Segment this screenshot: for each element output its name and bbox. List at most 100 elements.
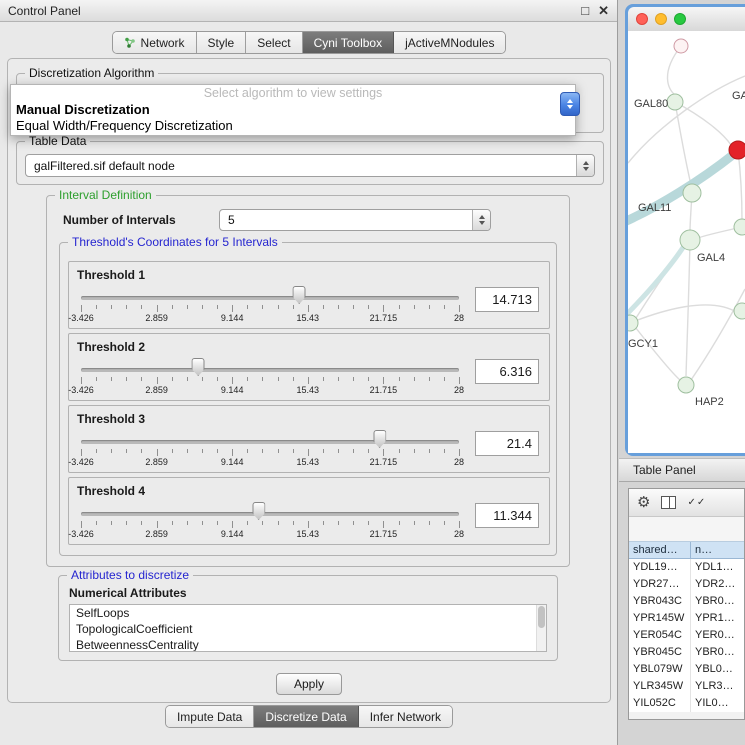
tab-cyni-toolbox[interactable]: Cyni Toolbox bbox=[303, 32, 394, 53]
menu-item-equal-width-frequency[interactable]: Equal Width/Frequency Discretization bbox=[11, 118, 575, 134]
threshold-1-slider[interactable]: -3.4262.8599.14415.4321.71528 bbox=[81, 282, 459, 324]
float-icon[interactable]: □ bbox=[581, 4, 589, 17]
table-data-group: Table Data galFiltered.sif default node bbox=[16, 141, 604, 185]
threshold-1-value[interactable]: 14.713 bbox=[475, 287, 539, 312]
column-header-name[interactable]: n… bbox=[691, 542, 744, 558]
network-node-gal11[interactable] bbox=[683, 184, 701, 202]
algorithm-dropdown-popup: Select algorithm to view settings Manual… bbox=[10, 84, 576, 136]
table-data-combo-value: galFiltered.sif default node bbox=[34, 159, 175, 173]
slider-track bbox=[81, 296, 459, 300]
control-panel-titlebar: Control Panel □ ✕ bbox=[0, 0, 617, 22]
table-row[interactable]: YPR145WYPR1… bbox=[629, 610, 744, 627]
slider-tick-labels: -3.4262.8599.14415.4321.71528 bbox=[81, 529, 459, 540]
tab-impute-data[interactable]: Impute Data bbox=[166, 706, 254, 727]
table-row[interactable]: YER054CYER0… bbox=[629, 627, 744, 644]
network-node[interactable] bbox=[674, 39, 688, 53]
node-label-gcy1: GCY1 bbox=[628, 338, 658, 350]
threshold-3-panel: Threshold 3 -3.4262.8599.14415.4321.7152… bbox=[68, 405, 550, 473]
slider-tick-labels: -3.4262.8599.14415.4321.71528 bbox=[81, 457, 459, 468]
window-title: Control Panel bbox=[8, 4, 81, 18]
columns-icon[interactable] bbox=[661, 496, 676, 509]
slider-ticks bbox=[81, 449, 459, 457]
node-label-gal11: GAL11 bbox=[638, 202, 671, 214]
apply-button[interactable]: Apply bbox=[276, 673, 342, 695]
algorithm-combo-stepper[interactable] bbox=[560, 92, 580, 116]
threshold-4-slider[interactable]: -3.4262.8599.14415.4321.71528 bbox=[81, 498, 459, 540]
attributes-scrollbar[interactable] bbox=[536, 605, 546, 651]
table-row[interactable]: YLR345WYLR3… bbox=[629, 678, 744, 695]
discretization-algorithm-group-label: Discretization Algorithm bbox=[25, 66, 158, 80]
tab-style[interactable]: Style bbox=[197, 32, 247, 53]
table-row[interactable]: YIL052CYIL0… bbox=[629, 695, 744, 712]
table-panel-header: Table Panel bbox=[619, 458, 745, 482]
list-item[interactable]: SelfLoops bbox=[70, 605, 546, 621]
close-traffic-light-icon[interactable] bbox=[636, 13, 648, 25]
num-intervals-combo-value: 5 bbox=[228, 213, 235, 227]
gear-icon[interactable]: ⚙ bbox=[637, 495, 650, 510]
bottom-tabbar: Impute Data Discretize Data Infer Networ… bbox=[0, 705, 618, 728]
table-toolbar: ⚙ ✓✓ bbox=[629, 489, 744, 517]
slider-ticks bbox=[81, 305, 459, 313]
tab-jactivemnodules-label: jActiveMNodules bbox=[405, 36, 494, 50]
tab-select-label: Select bbox=[257, 36, 290, 50]
threshold-3-label: Threshold 3 bbox=[69, 406, 549, 426]
algorithm-hint-text: Select algorithm to view settings bbox=[11, 85, 575, 102]
threshold-3-value[interactable]: 21.4 bbox=[475, 431, 539, 456]
threshold-2-panel: Threshold 2 -3.4262.8599.14415.4321.7152… bbox=[68, 333, 550, 401]
network-node[interactable] bbox=[734, 219, 745, 235]
table-row[interactable]: YBR043CYBR0… bbox=[629, 593, 744, 610]
tab-network[interactable]: Network bbox=[113, 32, 197, 53]
threshold-4-value[interactable]: 11.344 bbox=[475, 503, 539, 528]
threshold-1-label: Threshold 1 bbox=[69, 262, 549, 282]
num-intervals-label: Number of Intervals bbox=[63, 213, 176, 227]
table-row[interactable]: YDR27…YDR2… bbox=[629, 576, 744, 593]
network-node-gal4[interactable] bbox=[680, 230, 700, 250]
threshold-3-slider[interactable]: -3.4262.8599.14415.4321.71528 bbox=[81, 426, 459, 468]
threshold-2-value[interactable]: 6.316 bbox=[475, 359, 539, 384]
tab-jactivemnodules[interactable]: jActiveMNodules bbox=[394, 32, 505, 53]
table-row[interactable]: YBR045CYBR0… bbox=[629, 644, 744, 661]
list-item[interactable]: BetweennessCentrality bbox=[70, 637, 546, 652]
num-intervals-combo[interactable]: 5 bbox=[219, 209, 491, 231]
close-icon[interactable]: ✕ bbox=[598, 4, 609, 17]
slider-thumb[interactable] bbox=[252, 502, 265, 520]
network-canvas[interactable]: GAL80 GA GAL11 GAL4 GCY1 HAP2 bbox=[628, 31, 745, 453]
network-node[interactable] bbox=[734, 303, 745, 319]
tab-discretize-data[interactable]: Discretize Data bbox=[254, 706, 358, 727]
slider-ticks bbox=[81, 521, 459, 529]
table-blank-area bbox=[629, 517, 744, 541]
column-header-shared-name[interactable]: shared… bbox=[629, 542, 691, 558]
slider-track bbox=[81, 440, 459, 444]
list-item[interactable]: TopologicalCoefficient bbox=[70, 621, 546, 637]
network-window-titlebar bbox=[628, 7, 745, 31]
tab-network-label: Network bbox=[141, 36, 185, 50]
slider-thumb[interactable] bbox=[293, 286, 306, 304]
table-row[interactable]: YDL19…YDL1… bbox=[629, 559, 744, 576]
select-columns-icon[interactable]: ✓✓ bbox=[687, 497, 706, 508]
zoom-traffic-light-icon[interactable] bbox=[674, 13, 686, 25]
network-view-window: GAL80 GA GAL11 GAL4 GCY1 HAP2 bbox=[625, 4, 745, 456]
slider-ticks bbox=[81, 377, 459, 385]
network-node-selected-red[interactable] bbox=[729, 141, 745, 159]
table-data-combo[interactable]: galFiltered.sif default node bbox=[25, 154, 595, 177]
slider-thumb[interactable] bbox=[192, 358, 205, 376]
network-node-gal80[interactable] bbox=[667, 94, 683, 110]
node-label-hap2: HAP2 bbox=[695, 396, 724, 408]
network-node-hap2[interactable] bbox=[678, 377, 694, 393]
attributes-list[interactable]: SelfLoopsTopologicalCoefficientBetweenne… bbox=[69, 604, 547, 652]
top-tabgroup: Network Style Select Cyni Toolbox jActiv… bbox=[112, 31, 507, 54]
table-data-group-label: Table Data bbox=[25, 134, 90, 148]
scrollbar-thumb[interactable] bbox=[538, 606, 545, 628]
table-row[interactable]: YBL079WYBL0… bbox=[629, 661, 744, 678]
slider-tick-labels: -3.4262.8599.14415.4321.71528 bbox=[81, 385, 459, 396]
titlebar-icons: □ ✕ bbox=[581, 4, 609, 17]
slider-thumb[interactable] bbox=[373, 430, 386, 448]
tab-cyni-toolbox-label: Cyni Toolbox bbox=[314, 36, 382, 50]
slider-tick-labels: -3.4262.8599.14415.4321.71528 bbox=[81, 313, 459, 324]
tab-infer-network[interactable]: Infer Network bbox=[359, 706, 452, 727]
minimize-traffic-light-icon[interactable] bbox=[655, 13, 667, 25]
tab-select[interactable]: Select bbox=[246, 32, 302, 53]
menu-item-manual-discretization[interactable]: Manual Discretization bbox=[11, 102, 575, 118]
network-graph: GAL80 GA GAL11 GAL4 GCY1 HAP2 bbox=[628, 31, 745, 453]
threshold-2-slider[interactable]: -3.4262.8599.14415.4321.71528 bbox=[81, 354, 459, 396]
